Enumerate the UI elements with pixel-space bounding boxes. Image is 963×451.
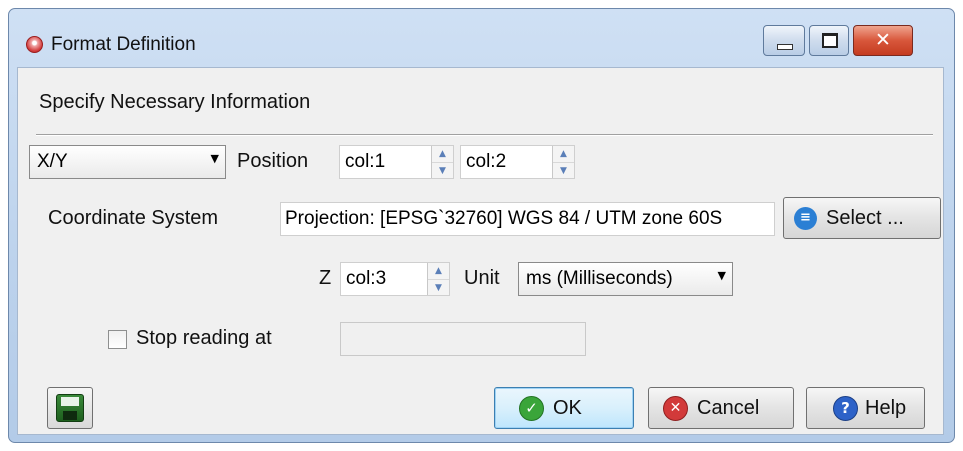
cancel-label: Cancel (697, 397, 760, 419)
ok-button[interactable]: ✓ OK (494, 387, 634, 429)
cancel-button[interactable]: ✕ Cancel (648, 387, 794, 429)
floppy-disk-icon (56, 394, 84, 422)
stop-reading-field[interactable] (340, 322, 586, 356)
unit-dropdown[interactable]: ms (Milliseconds) ▼ (518, 262, 733, 296)
y-column-value: col:2 (466, 151, 507, 172)
spin-up-icon[interactable]: ▲ (432, 146, 453, 163)
window-title: Format Definition (51, 34, 196, 55)
x-icon: ✕ (663, 396, 688, 421)
z-label: Z (319, 267, 332, 289)
section-header: Specify Necessary Information (39, 91, 311, 113)
y-column-spinner[interactable]: col:2 ▲ ▼ (460, 145, 575, 179)
coordinate-mode-value: X/Y (37, 151, 68, 172)
question-icon: ? (833, 396, 858, 421)
format-definition-window: Format Definition ✕ Specify Necessary In… (8, 8, 955, 443)
help-button[interactable]: ? Help (806, 387, 925, 429)
spin-down-icon[interactable]: ▼ (553, 163, 574, 179)
position-label: Position (237, 150, 309, 172)
maximize-button[interactable] (809, 25, 849, 56)
app-logo-icon (26, 36, 43, 53)
unit-label: Unit (464, 267, 500, 289)
dialog-body: Specify Necessary Information X/Y ▼ Posi… (17, 67, 944, 435)
close-icon: ✕ (875, 29, 891, 51)
ok-label: OK (553, 397, 582, 419)
chevron-down-icon: ▼ (717, 269, 726, 282)
x-column-spinner[interactable]: col:1 ▲ ▼ (339, 145, 454, 179)
minimize-button[interactable] (763, 25, 805, 56)
help-label: Help (865, 397, 907, 419)
close-button[interactable]: ✕ (853, 25, 913, 56)
select-coordinate-system-button[interactable]: ≡ Select ... (783, 197, 941, 239)
select-button-label: Select ... (826, 207, 904, 229)
x-column-value: col:1 (345, 151, 386, 172)
z-column-value: col:3 (346, 268, 387, 289)
checkmark-icon: ✓ (519, 396, 544, 421)
spin-down-icon[interactable]: ▼ (432, 163, 453, 179)
minimize-icon (777, 44, 793, 50)
maximize-icon (822, 33, 838, 48)
stop-reading-label: Stop reading at (136, 327, 272, 349)
unit-value: ms (Milliseconds) (526, 268, 673, 289)
spin-down-icon[interactable]: ▼ (428, 280, 449, 296)
coordinate-mode-dropdown[interactable]: X/Y ▼ (29, 145, 226, 179)
stop-reading-checkbox[interactable] (108, 330, 127, 349)
z-column-spinner[interactable]: col:3 ▲ ▼ (340, 262, 450, 296)
title-bar: Format Definition ✕ (9, 9, 954, 75)
spin-up-icon[interactable]: ▲ (553, 146, 574, 163)
list-icon: ≡ (794, 207, 817, 230)
chevron-down-icon: ▼ (210, 152, 219, 165)
coordinate-system-field[interactable]: Projection: [EPSG`32760] WGS 84 / UTM zo… (280, 202, 775, 236)
spin-up-icon[interactable]: ▲ (428, 263, 449, 280)
coordinate-system-label: Coordinate System (48, 207, 219, 229)
save-format-button[interactable] (47, 387, 93, 429)
coordinate-system-value: Projection: [EPSG`32760] WGS 84 / UTM zo… (285, 208, 723, 229)
header-divider (36, 134, 933, 136)
